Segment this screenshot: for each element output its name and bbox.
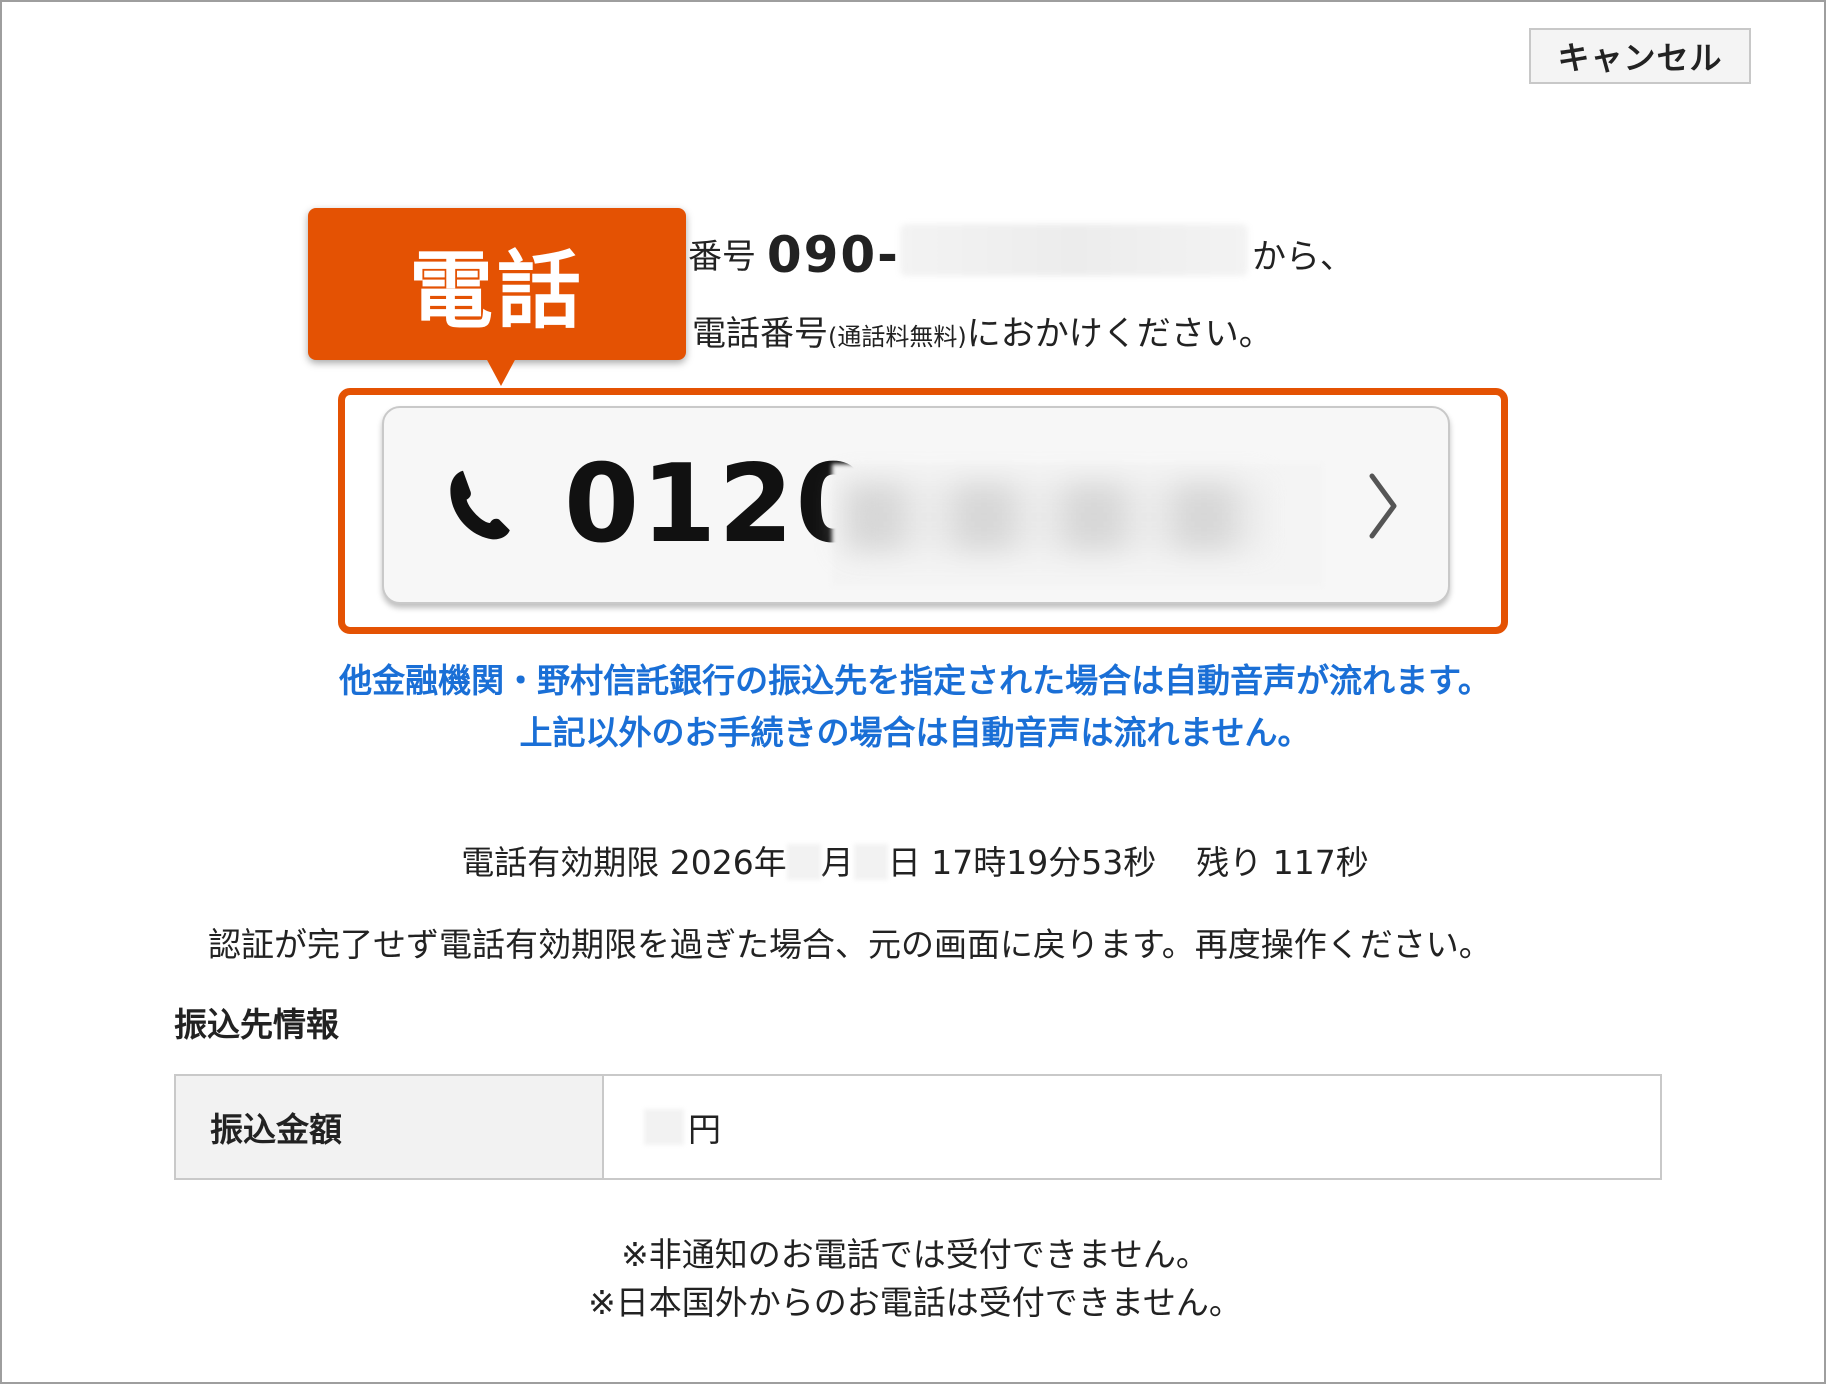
redacted-phone-blur [844,482,1264,552]
callout-label: 電話 [308,208,686,360]
no-auto-voice-note: 上記以外のお手続きの場合は自動音声は流れません。 [519,713,1311,752]
expiry-month-suffix: 月 [820,843,854,882]
page-frame: キャンセル 番号 090- から、 電話番号(通話料無料)におかけください。 電話… [0,0,1826,1384]
phone-icon [450,470,510,540]
amount-value: 円 [604,1076,1660,1178]
call-expiry: 電話有効期限 2026年月日 17時19分53秒 残り 117秒 [2,836,1826,884]
redacted-day [853,844,888,880]
footnote-anonymous: ※非通知のお電話では受付できません。 [621,1235,1209,1274]
chevron-right-icon [1369,473,1397,539]
section-title: 振込先情報 [174,1005,339,1044]
call-phone-button[interactable]: 0120- [382,406,1450,604]
instruction-phone-label: 電話番号 [692,314,828,354]
instruction-line-1: 番号 090- から、 [688,224,1354,284]
expiry-time: 日 17時19分53秒 [887,843,1157,882]
amount-currency: 円 [688,1110,721,1149]
instruction-suffix: から、 [1251,237,1354,277]
instruction-prefix: 番号 [688,237,767,277]
amount-label: 振込金額 [176,1076,604,1178]
redacted-month [786,844,821,880]
footnote-overseas: ※日本国外からのお電話は受付できません。 [588,1283,1242,1322]
toll-free-label: (通話料無料) [828,323,967,351]
instruction-line-2: 電話番号(通話料無料)におかけください。 [692,306,1273,355]
cancel-button[interactable]: キャンセル [1529,28,1751,84]
expiry-label: 電話有効期限 2026年 [461,843,787,882]
transfer-info-table: 振込金額 円 [174,1074,1662,1180]
caller-number: 090- [766,226,900,284]
auth-expiry-note: 認証が完了せず電話有効期限を過ぎた場合、元の画面に戻ります。再度操作ください。 [208,925,1492,964]
auto-voice-note: 他金融機関・野村信託銀行の振込先を指定された場合は自動音声が流れます。 [339,661,1491,700]
redacted-number [899,224,1248,276]
remaining-time: 残り 117秒 [1196,843,1369,882]
callout-tail [486,358,516,386]
redacted-amount [644,1109,684,1145]
instruction-call-text: におかけください。 [966,314,1273,354]
